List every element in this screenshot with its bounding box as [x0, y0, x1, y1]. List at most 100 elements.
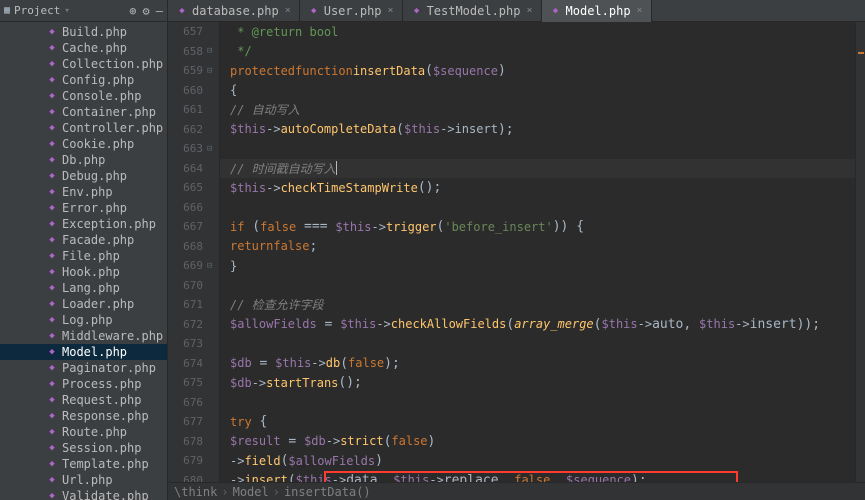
tree-item[interactable]: ◆Cache.php: [0, 40, 167, 56]
line-number: 666: [173, 201, 203, 214]
php-icon: ◆: [46, 122, 58, 134]
code-line[interactable]: $db = $this->db(false);: [220, 354, 855, 374]
tree-item[interactable]: ◆Console.php: [0, 88, 167, 104]
code-line[interactable]: {: [220, 81, 855, 101]
line-number: 670: [173, 279, 203, 292]
code-line[interactable]: [220, 393, 855, 413]
tab-TestModel-php[interactable]: ◆TestModel.php×: [403, 0, 542, 22]
code-line[interactable]: $this->autoCompleteData($this->insert);: [220, 120, 855, 140]
code-line[interactable]: try {: [220, 412, 855, 432]
line-number: 679: [173, 454, 203, 467]
tree-item[interactable]: ◆Process.php: [0, 376, 167, 392]
tree-item[interactable]: ◆Debug.php: [0, 168, 167, 184]
chevron-right-icon: ›: [221, 485, 228, 499]
breadcrumb-item[interactable]: Model: [233, 485, 269, 499]
tree-item[interactable]: ◆Env.php: [0, 184, 167, 200]
php-icon: ◆: [46, 298, 58, 310]
tab-User-php[interactable]: ◆User.php×: [300, 0, 403, 22]
tree-item[interactable]: ◆Validate.php: [0, 488, 167, 500]
tree-item[interactable]: ◆Collection.php: [0, 56, 167, 72]
code-line[interactable]: ->insert($this->data, $this->replace, fa…: [220, 471, 855, 483]
code-line[interactable]: [220, 198, 855, 218]
fold-icon[interactable]: ⊟: [207, 261, 215, 271]
tree-item[interactable]: ◆Controller.php: [0, 120, 167, 136]
line-number: 675: [173, 376, 203, 389]
tree-item[interactable]: ◆Build.php: [0, 24, 167, 40]
code-line[interactable]: */: [220, 42, 855, 62]
code-line[interactable]: // 检查允许字段: [220, 295, 855, 315]
fold-icon[interactable]: ⊟: [207, 46, 215, 56]
close-icon[interactable]: ×: [637, 5, 643, 16]
line-number: 667: [173, 220, 203, 233]
tree-item[interactable]: ◆File.php: [0, 248, 167, 264]
php-icon: ◆: [46, 474, 58, 486]
tab-Model-php[interactable]: ◆Model.php×: [542, 0, 652, 22]
gear-icon[interactable]: ⚙: [143, 4, 150, 18]
tree-item[interactable]: ◆Paginator.php: [0, 360, 167, 376]
tab-database-php[interactable]: ◆database.php×: [168, 0, 300, 22]
close-icon[interactable]: ×: [388, 5, 394, 16]
fold-icon[interactable]: ⊟: [207, 66, 215, 76]
line-number: 674: [173, 357, 203, 370]
tree-item[interactable]: ◆Url.php: [0, 472, 167, 488]
tree-item[interactable]: ◆Template.php: [0, 456, 167, 472]
tree-item[interactable]: ◆Cookie.php: [0, 136, 167, 152]
collapse-icon[interactable]: ⊕: [129, 4, 136, 18]
tree-item[interactable]: ◆Error.php: [0, 200, 167, 216]
code-line[interactable]: $allowFields = $this->checkAllowFields(a…: [220, 315, 855, 335]
code-line[interactable]: $this->checkTimeStampWrite();: [220, 178, 855, 198]
gutter: 657658⊟659⊟660661662663⊟6646656666676686…: [168, 22, 220, 482]
tree-item[interactable]: ◆Middleware.php: [0, 328, 167, 344]
tree-item[interactable]: ◆Model.php: [0, 344, 167, 360]
php-icon: ◆: [46, 314, 58, 326]
code-line[interactable]: if (false === $this->trigger('before_ins…: [220, 217, 855, 237]
tree-item[interactable]: ◆Container.php: [0, 104, 167, 120]
code-line[interactable]: }: [220, 256, 855, 276]
fold-icon[interactable]: ⊟: [207, 144, 215, 154]
php-icon: ◆: [46, 458, 58, 470]
code-line[interactable]: protected function insertData($sequence): [220, 61, 855, 81]
tree-item[interactable]: ◆Loader.php: [0, 296, 167, 312]
code-line[interactable]: $result = $db->strict(false): [220, 432, 855, 452]
php-icon: ◆: [46, 154, 58, 166]
php-icon: ◆: [46, 138, 58, 150]
code-line[interactable]: return false;: [220, 237, 855, 257]
tree-item[interactable]: ◆Response.php: [0, 408, 167, 424]
php-icon: ◆: [46, 218, 58, 230]
project-sidebar[interactable]: ◆Build.php◆Cache.php◆Collection.php◆Conf…: [0, 22, 168, 500]
php-icon: ◆: [46, 202, 58, 214]
code-line[interactable]: [220, 334, 855, 354]
php-icon: ◆: [46, 442, 58, 454]
code-line[interactable]: // 时间戳自动写入: [220, 159, 855, 179]
breadcrumb-item[interactable]: \think: [174, 485, 217, 499]
php-icon: ◆: [46, 42, 58, 54]
line-number: 665: [173, 181, 203, 194]
tree-item[interactable]: ◆Exception.php: [0, 216, 167, 232]
code-content[interactable]: * @return bool */ protected function ins…: [220, 22, 855, 482]
tree-item[interactable]: ◆Session.php: [0, 440, 167, 456]
close-icon[interactable]: ×: [285, 5, 291, 16]
tree-item[interactable]: ◆Log.php: [0, 312, 167, 328]
code-line[interactable]: [220, 139, 855, 159]
code-line[interactable]: [220, 276, 855, 296]
php-icon: ◆: [46, 106, 58, 118]
line-number: 673: [173, 337, 203, 350]
hide-icon[interactable]: —: [156, 4, 163, 18]
code-line[interactable]: $db->startTrans();: [220, 373, 855, 393]
tree-item[interactable]: ◆Hook.php: [0, 264, 167, 280]
code-line[interactable]: // 自动写入: [220, 100, 855, 120]
php-icon: ◆: [46, 490, 58, 500]
main-area: ◆Build.php◆Cache.php◆Collection.php◆Conf…: [0, 22, 865, 500]
breadcrumb-item[interactable]: insertData(): [284, 485, 371, 499]
tree-item[interactable]: ◆Config.php: [0, 72, 167, 88]
close-icon[interactable]: ×: [526, 5, 532, 16]
code-line[interactable]: * @return bool: [220, 22, 855, 42]
tree-item[interactable]: ◆Request.php: [0, 392, 167, 408]
chevron-right-icon: ›: [273, 485, 280, 499]
tree-item[interactable]: ◆Facade.php: [0, 232, 167, 248]
tree-item[interactable]: ◆Db.php: [0, 152, 167, 168]
tree-item[interactable]: ◆Lang.php: [0, 280, 167, 296]
line-number: 677: [173, 415, 203, 428]
code-line[interactable]: ->field($allowFields): [220, 451, 855, 471]
tree-item[interactable]: ◆Route.php: [0, 424, 167, 440]
